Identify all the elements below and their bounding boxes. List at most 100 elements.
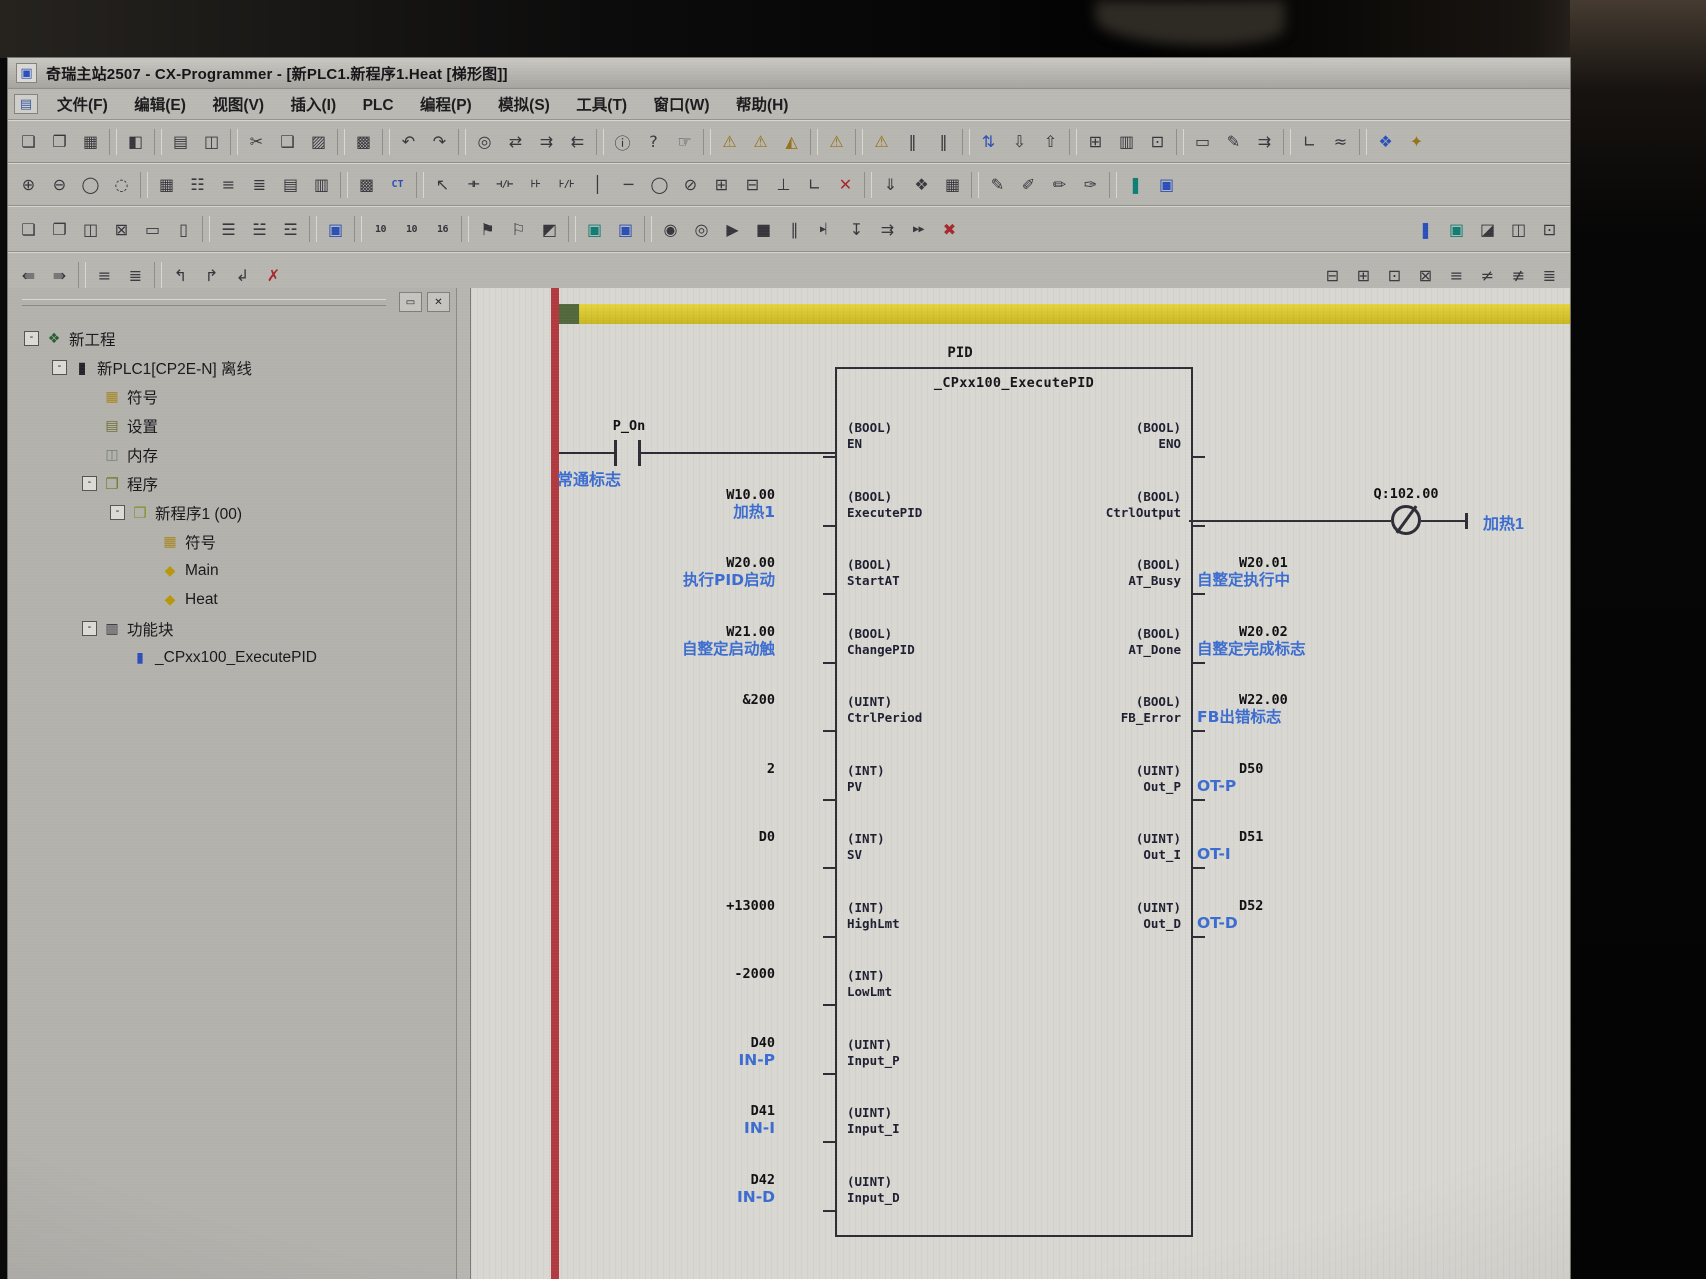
output-operand[interactable]: W20.01 自整定执行中 [1197,555,1497,624]
show-sections-button[interactable]: ≣ [245,171,274,198]
program-check-button[interactable]: ⚠ [822,128,851,155]
tree-item-symbols[interactable]: - ▦ 符号 [8,382,456,411]
tree-item-project[interactable]: - ❖ 新工程 [8,324,456,353]
fb-view-2-button[interactable]: ◫ [1504,216,1533,243]
global-symbols-button[interactable]: ☲ [276,216,305,243]
align-7-button[interactable]: ≢ [1504,262,1533,289]
output-window-button[interactable]: ❚ [1121,171,1150,198]
zoom-100-button[interactable]: ◯ [76,171,105,198]
fb-instance-name[interactable]: PID [835,345,1085,361]
fb-input-pin[interactable]: (UINT) CtrlPeriod [847,694,922,763]
fb-input-pin[interactable]: (UINT) Input_D [847,1174,922,1243]
transfer-check-button[interactable]: ⚠ [867,128,896,155]
align-1-button[interactable]: ⊟ [1318,262,1347,289]
new-inverted-instruction-button[interactable]: ⊟ [738,171,767,198]
menu-tools[interactable]: 工具(T) [565,94,638,117]
input-operand[interactable]: W21.00 自整定启动触 [559,624,775,693]
symbol-table-button[interactable]: ☰ [214,216,243,243]
fb-input-pin[interactable]: (BOOL) EN [847,420,922,489]
output-operand[interactable]: D50 OT-P [1197,761,1497,830]
output-operand[interactable]: D51 OT-I [1197,829,1497,898]
tree-expander-icon[interactable]: - [82,621,97,636]
menu-window[interactable]: 窗口(W) [643,94,721,117]
fb-input-pin[interactable]: (INT) LowLmt [847,968,922,1037]
output-operand[interactable]: W22.00 FB出错标志 [1197,692,1497,761]
delete-symbol-button[interactable]: ✑ [1076,171,1105,198]
close-window-button[interactable]: ⊠ [107,216,136,243]
fb-input-pin[interactable]: (UINT) Input_P [847,1037,922,1106]
tree-expander-icon[interactable]: - [52,360,67,375]
outdent-rung-button[interactable]: ⇛ [45,262,74,289]
insert-symbol-button[interactable]: ✐ [1014,171,1043,198]
ladder-view-button[interactable]: ▤ [276,171,305,198]
differential-monitor-button[interactable]: ◩ [535,216,564,243]
watch-ct-button[interactable]: CT [383,171,412,198]
menu-help[interactable]: 帮助(H) [725,94,800,117]
about-button[interactable]: ⓘ [608,128,637,155]
sim-step-into-button[interactable]: ↧ [842,216,871,243]
cycle-time-button[interactable]: ▭ [1188,128,1217,155]
undo-button[interactable]: ↶ [394,128,423,155]
new-fb-invocation-button[interactable]: ⊥ [769,171,798,198]
zoom-fit-button[interactable]: ◌ [107,171,136,198]
find-button[interactable]: ◎ [470,128,499,155]
download-to-plc-button[interactable]: ⇩ [1005,128,1034,155]
align-3-button[interactable]: ⊡ [1380,262,1409,289]
input-operand[interactable]: D41 IN-I [559,1103,775,1172]
input-operand[interactable] [559,418,775,487]
tree-item-program1[interactable]: - ❒ 新程序1 (00) [8,498,456,527]
fb-output-pin[interactable]: (BOOL) AT_Busy [1106,557,1181,626]
properties-button[interactable]: ▣ [321,216,350,243]
compile-all-button[interactable]: ⚠ [746,128,775,155]
fb-instance-button[interactable]: ❚ [1411,216,1440,243]
panel-splitter[interactable] [457,288,470,1279]
fb-input-pin[interactable]: (BOOL) ChangePID [847,626,922,695]
output-operand[interactable]: W20.02 自整定完成标志 [1197,624,1497,693]
rung-comment-button[interactable]: ≡ [90,262,119,289]
find-next-button[interactable]: ⇉ [532,128,561,155]
tree-item-programs[interactable]: - ❐ 程序 [8,469,456,498]
tree-item-section-heat[interactable]: - ◆ Heat [8,585,456,614]
menu-plc[interactable]: PLC [352,94,405,117]
fb-view-3-button[interactable]: ⊡ [1535,216,1564,243]
context-help-button[interactable]: ☞ [670,128,699,155]
watch-sheet-button[interactable]: ▣ [580,216,609,243]
tree-item-fb-executepid[interactable]: - ▮ _CPxx100_ExecutePID [8,643,456,672]
mnemonic-view-button[interactable]: ▥ [307,171,336,198]
align-5-button[interactable]: ≡ [1442,262,1471,289]
new-fb-parameter-button[interactable]: ∟ [800,171,829,198]
new-closed-contact-button[interactable]: ⊣/⊢ [490,171,519,198]
menu-simulation[interactable]: 模拟(S) [487,94,561,117]
input-operand[interactable]: &200 [559,692,775,761]
fb-input-pin[interactable]: (BOOL) ExecutePID [847,489,922,558]
input-operand[interactable]: -2000 [559,966,775,1035]
align-4-button[interactable]: ⊠ [1411,262,1440,289]
simulator-scan-button[interactable]: ◎ [687,216,716,243]
check-rungs-button[interactable]: ◭ [777,128,806,155]
fb-view-1-button[interactable]: ◪ [1473,216,1502,243]
input-operand[interactable]: D0 [559,829,775,898]
print-preview-button[interactable]: ◫ [197,128,226,155]
copy-symbol-button[interactable]: ✏ [1045,171,1074,198]
coil-operand[interactable]: Q:102.00 [1339,486,1473,502]
menu-insert[interactable]: 插入(I) [280,94,348,117]
replace-button[interactable]: ⇄ [501,128,530,155]
copy-button[interactable]: ❑ [273,128,302,155]
monitor-decimal-button[interactable]: 10 [366,216,395,243]
child-window-icon[interactable]: ▤ [14,94,38,114]
fb-input-pin[interactable]: (INT) HighLmt [847,900,922,969]
new-window-button[interactable]: ❏ [14,216,43,243]
fb-protect-button[interactable]: ▣ [1442,216,1471,243]
show-symbols-button[interactable]: ☷ [183,171,212,198]
go-back-button[interactable]: ↰ [166,262,195,289]
paste-button[interactable]: ▨ [304,128,333,155]
fb-input-pin[interactable]: (INT) PV [847,763,922,832]
cut-button[interactable]: ✂ [242,128,271,155]
force-on-button[interactable]: ⚑ [473,216,502,243]
panel-drag-grip[interactable] [22,299,386,306]
panel-restore-icon[interactable]: ▭ [399,292,422,312]
find-previous-button[interactable]: ⇇ [563,128,592,155]
pause-button[interactable]: ‖ [929,128,958,155]
paste-rung-button[interactable]: ▩ [349,128,378,155]
upload-from-plc-button[interactable]: ⇧ [1036,128,1065,155]
